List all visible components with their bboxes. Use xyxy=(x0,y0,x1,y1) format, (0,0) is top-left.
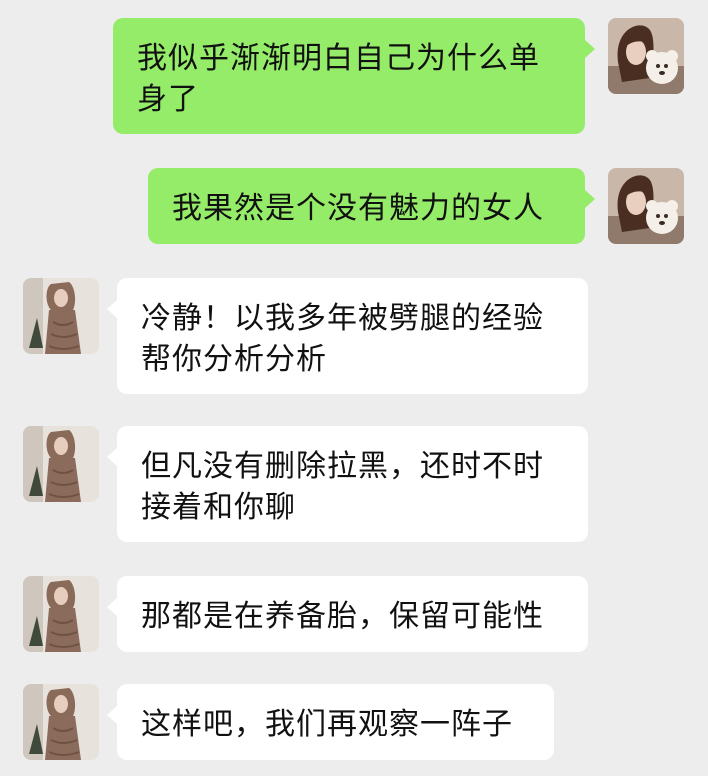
bubble-tail xyxy=(585,190,595,208)
my-avatar[interactable] xyxy=(608,168,684,244)
bubble-tail xyxy=(107,448,117,466)
bubble-tail xyxy=(585,40,595,58)
bubble-tail xyxy=(107,598,117,616)
avatar-woman-in-dress-icon xyxy=(23,426,99,502)
message-bubble-sent[interactable]: 我果然是个没有魅力的女人 xyxy=(148,168,585,244)
avatar-girl-with-teddy-bear-icon xyxy=(608,168,684,244)
friend-avatar[interactable] xyxy=(23,278,99,354)
message-text: 我果然是个没有魅力的女人 xyxy=(172,191,544,226)
message-bubble-sent[interactable]: 我似乎渐渐明白自己为什么单身了 xyxy=(113,18,585,134)
avatar-woman-in-dress-icon xyxy=(23,684,99,760)
message-bubble-received[interactable]: 但凡没有删除拉黑，还时不时接着和你聊 xyxy=(117,426,588,542)
message-text: 我似乎渐渐明白自己为什么单身了 xyxy=(137,41,540,117)
message-text: 但凡没有删除拉黑，还时不时接着和你聊 xyxy=(141,449,544,525)
message-text: 这样吧，我们再观察一阵子 xyxy=(141,707,513,742)
friend-avatar[interactable] xyxy=(23,576,99,652)
avatar-woman-in-dress-icon xyxy=(23,576,99,652)
message-bubble-received[interactable]: 那都是在养备胎，保留可能性 xyxy=(117,576,588,652)
message-text: 冷静！以我多年被劈腿的经验帮你分析分析 xyxy=(141,301,544,377)
bubble-tail xyxy=(107,706,117,724)
avatar-woman-in-dress-icon xyxy=(23,278,99,354)
friend-avatar[interactable] xyxy=(23,426,99,502)
bubble-tail xyxy=(107,300,117,318)
message-bubble-received[interactable]: 这样吧，我们再观察一阵子 xyxy=(117,684,554,760)
my-avatar[interactable] xyxy=(608,18,684,94)
chat-conversation[interactable]: 我似乎渐渐明白自己为什么单身了 我果然是个没有魅力的女人 冷静！以我多年被劈腿的… xyxy=(0,0,708,776)
message-bubble-received[interactable]: 冷静！以我多年被劈腿的经验帮你分析分析 xyxy=(117,278,588,394)
message-text: 那都是在养备胎，保留可能性 xyxy=(141,599,544,634)
friend-avatar[interactable] xyxy=(23,684,99,760)
avatar-girl-with-teddy-bear-icon xyxy=(608,18,684,94)
